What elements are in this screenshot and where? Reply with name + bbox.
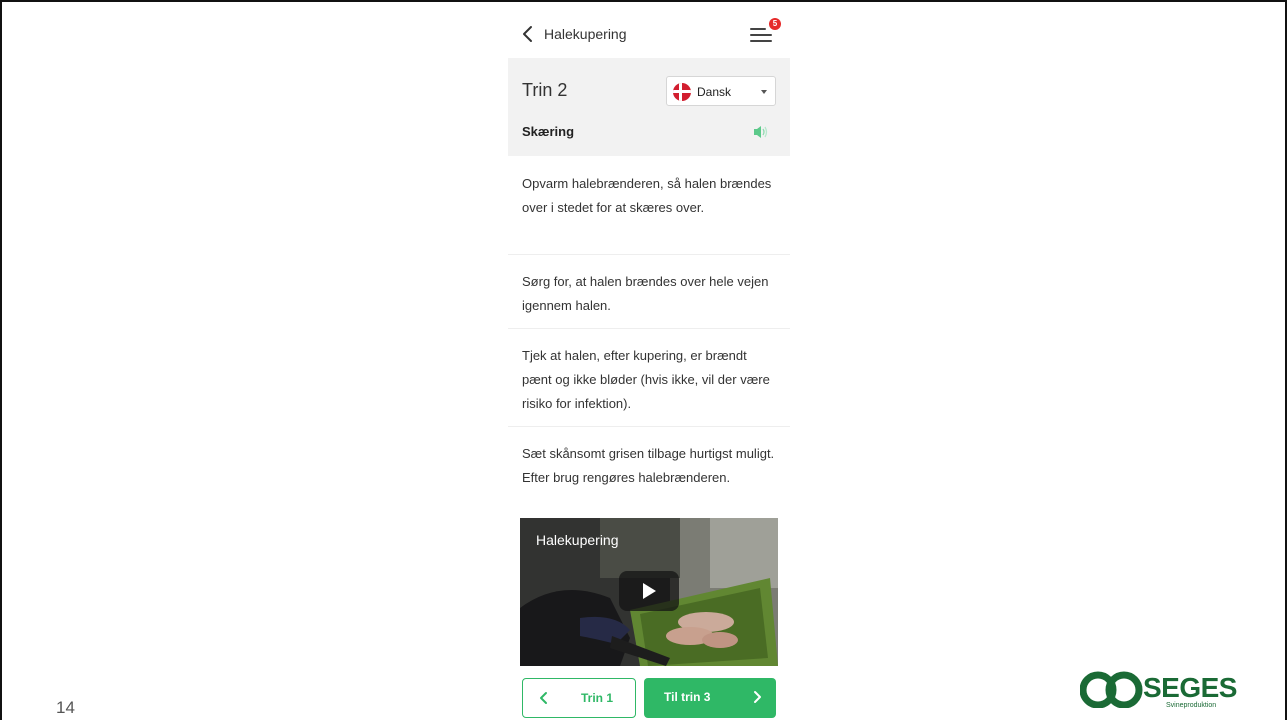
instruction-text: Sæt skånsomt grisen tilbage hurtigst mul… xyxy=(522,446,775,485)
slide-border-top xyxy=(0,0,1287,2)
chevron-right-icon xyxy=(754,691,761,703)
seges-rings-icon xyxy=(1080,671,1143,708)
hamburger-icon-line xyxy=(750,34,772,36)
slide-border-left xyxy=(0,0,2,720)
next-step-label: Til trin 3 xyxy=(664,690,711,704)
step-header: Trin 2 Dansk Skæring xyxy=(508,58,790,156)
app-topbar: Halekupering 5 xyxy=(508,8,790,58)
divider xyxy=(508,426,790,427)
instruction-text: Tjek at halen, efter kupering, er brændt… xyxy=(522,348,770,411)
play-button[interactable] xyxy=(619,571,679,611)
divider xyxy=(508,254,790,255)
seges-logo: SEGES Svineproduktion xyxy=(1080,668,1250,716)
chevron-left-icon xyxy=(540,692,547,704)
header-title: Halekupering xyxy=(544,26,627,42)
language-label: Dansk xyxy=(697,85,732,99)
step-subtitle: Skæring xyxy=(522,124,575,139)
slide-number: 14 xyxy=(56,698,75,717)
caret-down-icon xyxy=(761,90,767,94)
logo-subtitle: Svineproduktion xyxy=(1166,702,1217,709)
hamburger-icon xyxy=(750,28,766,30)
prev-step-button[interactable]: Trin 1 xyxy=(522,678,636,718)
presentation-slide: Halekupering 5 Trin 2 Dansk Skæring Opva… xyxy=(0,0,1287,720)
phone-screen: Halekupering 5 Trin 2 Dansk Skæring Opva… xyxy=(508,8,790,720)
prev-step-label: Trin 1 xyxy=(581,691,614,705)
video-title: Halekupering xyxy=(536,532,619,548)
divider xyxy=(508,328,790,329)
video-player[interactable]: Halekupering xyxy=(520,518,778,666)
instruction-text: Sørg for, at halen brændes over hele vej… xyxy=(522,274,769,313)
denmark-flag-icon xyxy=(673,83,691,101)
back-button[interactable] xyxy=(520,24,536,44)
chevron-left-icon xyxy=(523,26,532,42)
next-step-button[interactable]: Til trin 3 xyxy=(644,678,776,718)
hamburger-icon-line xyxy=(750,40,772,42)
menu-button[interactable]: 5 xyxy=(750,18,781,46)
logo-wordmark: SEGES xyxy=(1143,672,1237,703)
play-icon xyxy=(643,583,656,599)
instruction-text: Opvarm halebrænderen, så halen brændes o… xyxy=(522,176,772,215)
step-title: Trin 2 xyxy=(522,80,568,100)
speaker-icon xyxy=(754,126,768,138)
audio-button[interactable] xyxy=(752,124,770,140)
language-select[interactable]: Dansk xyxy=(666,76,776,106)
notification-badge: 5 xyxy=(769,18,781,30)
